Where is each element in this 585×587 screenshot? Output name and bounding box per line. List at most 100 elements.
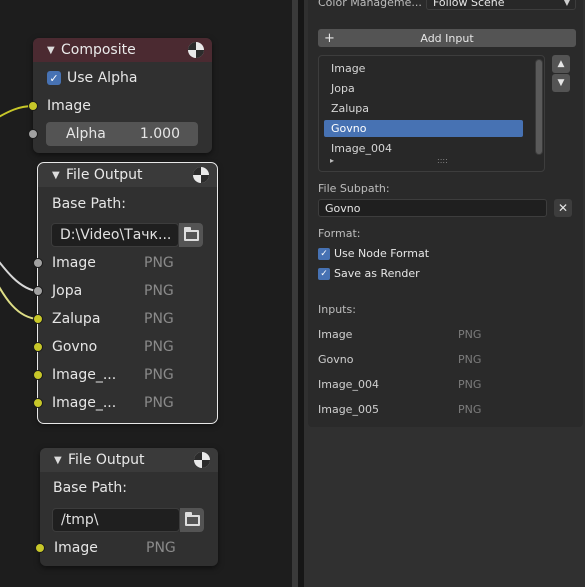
output-input-row: Jopa PNG [33, 280, 217, 302]
panel-input-row: Image PNG [318, 328, 578, 344]
input-socket[interactable] [33, 370, 43, 380]
use-node-format-checkbox[interactable]: ✓ Use Node Format [318, 247, 429, 260]
inputs-list[interactable]: Image Jopa Zalupa Govno Image_004 ▸ :::: [318, 55, 545, 172]
use-alpha-row[interactable]: ✓ Use Alpha [33, 67, 212, 89]
alpha-socket[interactable] [28, 129, 38, 139]
color-management-select[interactable]: Follow Scene ▼ [426, 0, 576, 10]
input-socket[interactable] [33, 286, 43, 296]
input-socket[interactable] [33, 258, 43, 268]
browse-folder-button[interactable] [179, 223, 203, 247]
file-subpath-field[interactable]: Govno [318, 199, 547, 217]
wire-to-output-jopa [0, 261, 39, 292]
list-item-active[interactable]: Govno [324, 120, 523, 137]
render-icon [188, 42, 204, 58]
folder-icon [184, 511, 200, 526]
image-socket[interactable] [28, 101, 38, 111]
base-path-field[interactable]: /tmp\ [52, 508, 180, 532]
output-input-row: Zalupa PNG [33, 308, 217, 330]
panel-input-row: Govno PNG [318, 353, 578, 369]
input-socket[interactable] [35, 543, 45, 553]
panel-input-format: PNG [458, 378, 482, 391]
image-input-label: Image [47, 98, 91, 114]
add-input-label: Add Input [420, 31, 474, 45]
color-management-value: Follow Scene [433, 0, 505, 9]
base-path-field[interactable]: D:\Video\Тачк... [51, 223, 179, 247]
panel-input-name: Image_004 [318, 378, 379, 391]
file-output-header[interactable]: ▼ File Output [38, 163, 217, 187]
input-name: Zalupa [52, 311, 101, 327]
save-as-render-checkbox[interactable]: ✓ Save as Render [318, 267, 420, 280]
list-scrollbar[interactable] [535, 59, 543, 155]
scrollbar-thumb[interactable] [536, 60, 542, 154]
input-format: PNG [144, 311, 174, 327]
output-input-row: Image_... PNG [33, 364, 217, 386]
input-format: PNG [144, 395, 174, 411]
input-socket[interactable] [33, 314, 43, 324]
input-socket[interactable] [33, 398, 43, 408]
chevron-down-icon[interactable]: ▼ [54, 455, 68, 466]
alpha-label: Alpha [66, 126, 106, 142]
input-format: PNG [144, 367, 174, 383]
format-label: Format: [318, 227, 361, 240]
wire-to-output-zalupa [0, 286, 39, 320]
use-node-format-label: Use Node Format [334, 247, 430, 260]
chevron-down-icon[interactable]: ▼ [47, 45, 61, 56]
inputs-label: Inputs: [318, 303, 356, 316]
file-subpath-label: File Subpath: [318, 182, 390, 195]
list-item[interactable]: Image_004 [324, 140, 523, 157]
clear-subpath-button[interactable]: ✕ [554, 199, 572, 217]
node-title: File Output [68, 452, 145, 468]
use-alpha-checkbox[interactable]: ✓ [47, 71, 61, 85]
panel-input-format: PNG [458, 353, 482, 366]
composite-node[interactable]: ▼ Composite ✓ Use Alpha Image Alpha 1.00… [28, 38, 212, 153]
input-socket[interactable] [33, 342, 43, 352]
alpha-field[interactable]: Alpha 1.000 [46, 122, 198, 146]
input-name: Jopa [52, 283, 83, 299]
file-output-node-2[interactable]: ▼ File Output Base Path: /tmp\ Image PNG [35, 448, 218, 566]
node-editor[interactable]: ▼ Composite ✓ Use Alpha Image Alpha 1.00… [0, 0, 292, 587]
input-name: Govno [52, 339, 98, 355]
panel-input-row: Image_005 PNG [318, 403, 578, 419]
output-input-row: Govno PNG [33, 336, 217, 358]
properties-section: Color Manageme... Follow Scene ▼ + Add I… [308, 0, 583, 427]
add-input-button[interactable]: + Add Input [318, 29, 576, 47]
output-input-row: Image PNG [33, 252, 217, 274]
chevron-down-icon[interactable]: ▼ [52, 170, 66, 181]
file-output-header[interactable]: ▼ File Output [40, 448, 218, 472]
browse-folder-button[interactable] [180, 508, 204, 532]
chevron-down-icon: ▼ [563, 0, 570, 7]
use-alpha-label: Use Alpha [67, 70, 138, 86]
image-input-row: Image [28, 95, 212, 117]
properties-panel: Color Manageme... Follow Scene ▼ + Add I… [304, 0, 585, 587]
move-up-button[interactable]: ▲ [552, 55, 570, 73]
file-output-node-1[interactable]: ▼ File Output Base Path: D:\Video\Тачк..… [33, 162, 218, 424]
list-item[interactable]: Image [324, 60, 523, 77]
folder-icon [183, 226, 199, 241]
input-format: PNG [144, 255, 174, 271]
input-name: Image [52, 255, 96, 271]
node-title: Composite [61, 42, 136, 58]
composite-node-header[interactable]: ▼ Composite [33, 38, 212, 62]
check-icon: ✓ [318, 247, 330, 260]
panel-input-format: PNG [458, 403, 482, 416]
list-item[interactable]: Zalupa [324, 100, 523, 117]
expand-list-icon[interactable]: ▸ [330, 156, 334, 165]
base-path-label: Base Path: [53, 480, 128, 496]
base-path-label: Base Path: [52, 196, 127, 212]
panel-input-name: Govno [318, 353, 354, 366]
triangle-up-icon: ▲ [557, 59, 565, 69]
move-down-button[interactable]: ▼ [552, 74, 570, 92]
resize-grip-icon[interactable]: :::: [437, 156, 448, 165]
input-format: PNG [146, 540, 176, 556]
save-as-render-label: Save as Render [334, 267, 420, 280]
color-management-label: Color Manageme... [318, 0, 422, 9]
render-icon [193, 167, 209, 183]
input-name: Image_... [52, 395, 117, 411]
output-input-row: Image PNG [35, 537, 218, 559]
render-icon [194, 452, 210, 468]
input-name: Image_... [52, 367, 117, 383]
list-item[interactable]: Jopa [324, 80, 523, 97]
panel-input-format: PNG [458, 328, 482, 341]
node-title: File Output [66, 167, 143, 183]
panel-input-name: Image [318, 328, 353, 341]
